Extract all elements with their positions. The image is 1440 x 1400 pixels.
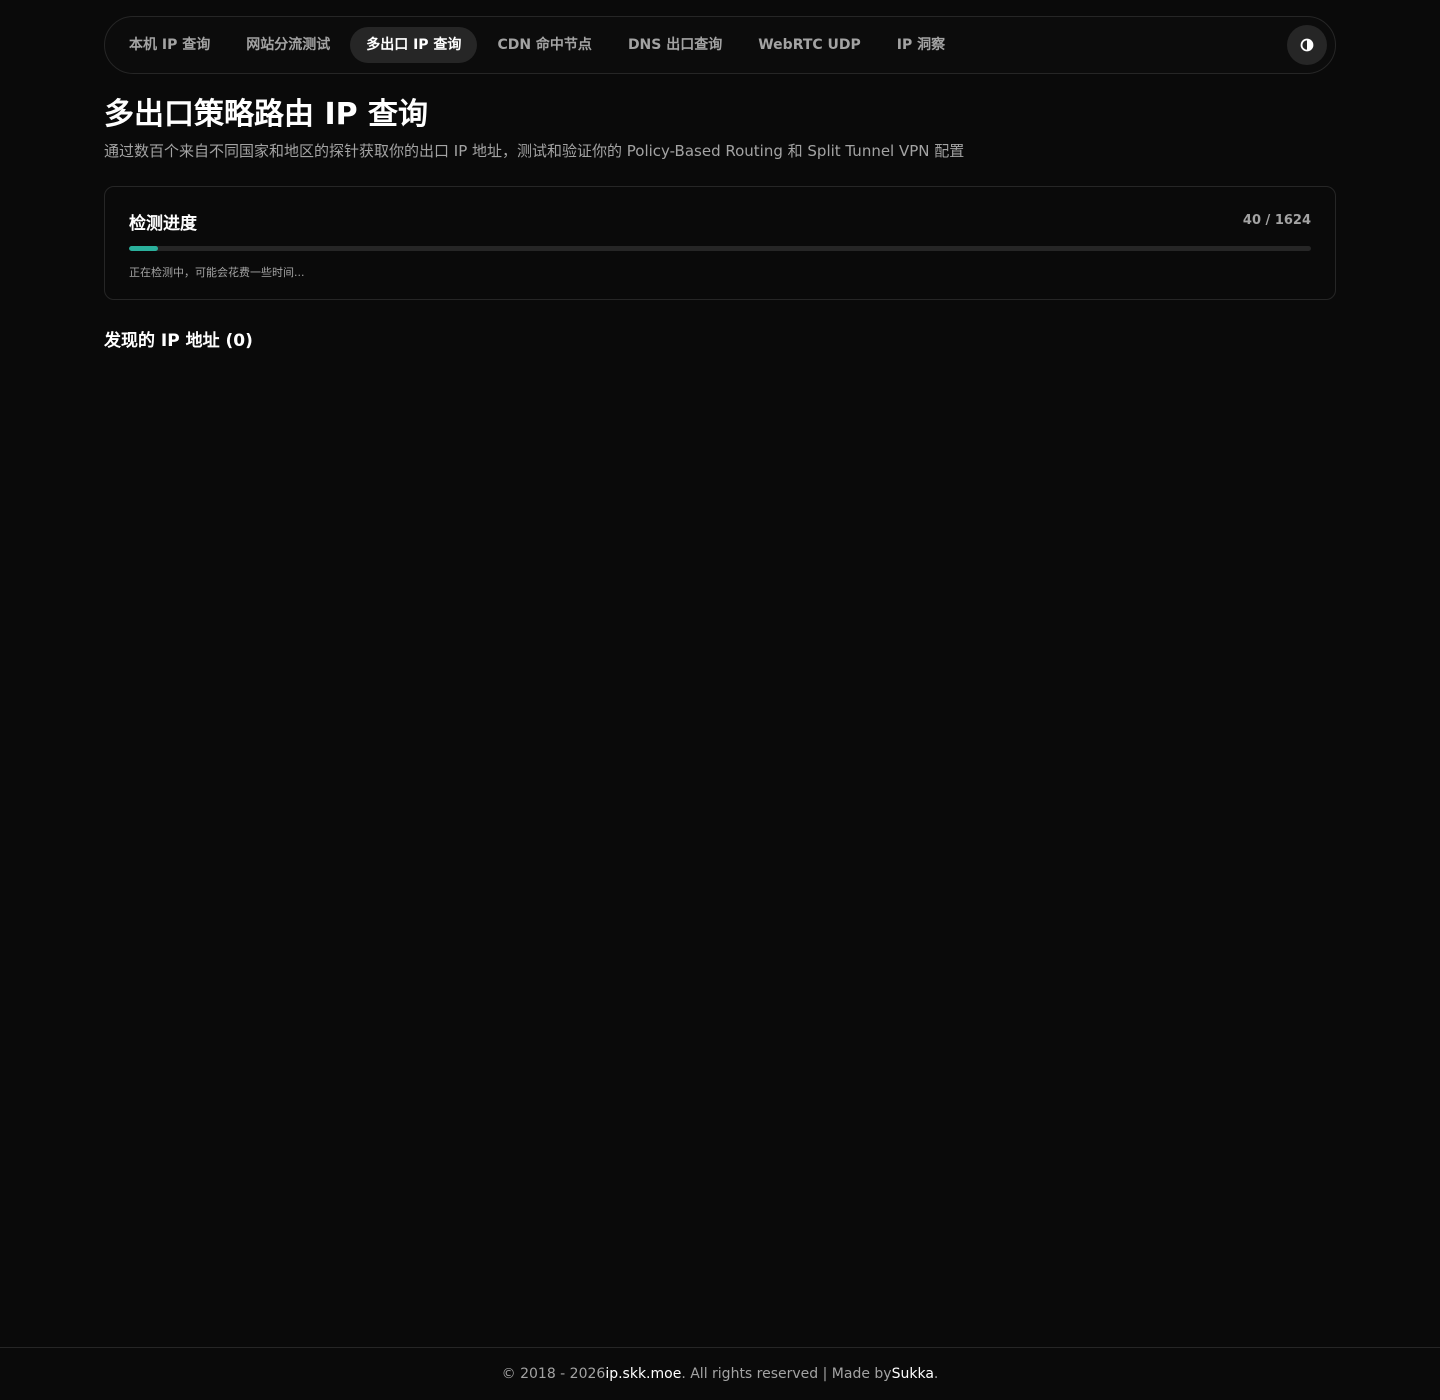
results-title: 发现的 IP 地址 (0) <box>104 331 253 351</box>
tab-local-ip[interactable]: 本机 IP 查询 <box>113 27 226 63</box>
footer-middle: . All rights reserved | Made by <box>681 1366 892 1382</box>
footer-site-link[interactable]: ip.skk.moe <box>605 1366 681 1382</box>
tab-webrtc-udp[interactable]: WebRTC UDP <box>742 27 877 63</box>
progress-status: 正在检测中，可能会花费一些时间... <box>129 266 305 279</box>
tab-ip-insight[interactable]: IP 洞察 <box>881 27 961 63</box>
tab-site-split-test[interactable]: 网站分流测试 <box>230 27 346 63</box>
top-nav: 本机 IP 查询 网站分流测试 多出口 IP 查询 CDN 命中节点 DNS 出… <box>104 16 1336 74</box>
footer: © 2018 - 2026 ip.skk.moe . All rights re… <box>0 1347 1440 1400</box>
progress-count: 40 / 1624 <box>1242 213 1311 228</box>
progress-bar <box>129 246 1311 251</box>
theme-toggle-button[interactable] <box>1287 25 1327 65</box>
progress-card: 检测进度 40 / 1624 正在检测中，可能会花费一些时间... <box>104 186 1336 300</box>
footer-suffix: . <box>933 1366 939 1382</box>
tab-dns-exit[interactable]: DNS 出口查询 <box>612 27 738 63</box>
half-circle-icon <box>1300 38 1314 52</box>
tab-multi-exit-ip[interactable]: 多出口 IP 查询 <box>350 27 478 63</box>
footer-author-link[interactable]: Sukka <box>892 1366 934 1382</box>
page: 本机 IP 查询 网站分流测试 多出口 IP 查询 CDN 命中节点 DNS 出… <box>0 0 1440 1400</box>
tab-cdn-node[interactable]: CDN 命中节点 <box>481 27 608 63</box>
page-title: 多出口策略路由 IP 查询 <box>104 97 429 132</box>
nav-tabs: 本机 IP 查询 网站分流测试 多出口 IP 查询 CDN 命中节点 DNS 出… <box>113 27 1287 63</box>
page-description: 通过数百个来自不同国家和地区的探针获取你的出口 IP 地址，测试和验证你的 Po… <box>104 142 965 160</box>
progress-bar-fill <box>129 246 159 251</box>
progress-title: 检测进度 <box>129 214 197 234</box>
footer-prefix: © 2018 - 2026 <box>501 1366 606 1382</box>
